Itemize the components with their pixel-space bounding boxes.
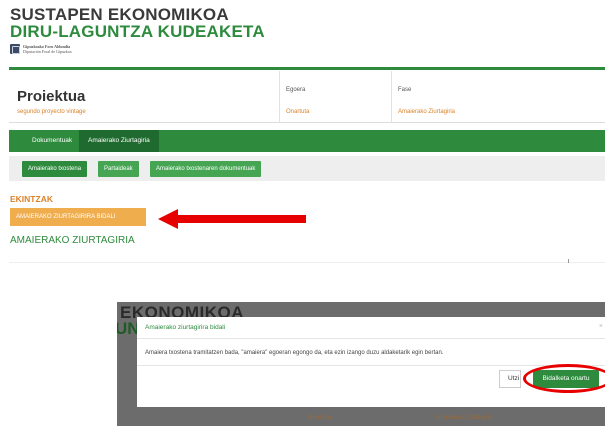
bg-status-value: Onartuta [308, 415, 332, 421]
highlight-circle [523, 364, 605, 393]
modal-screenshot: EKONOMIKOA UNT Onartuta Amaierako Ziurta… [117, 302, 605, 426]
project-column: Proiektua segundo proyecto vintage [9, 71, 279, 123]
app-title-line1: SUSTAPEN EKONOMIKOA [10, 5, 229, 24]
status-label: Egoera [286, 87, 306, 93]
project-name: segundo proyecto vintage [17, 109, 86, 115]
org-logo: Gipuzkoako Foru Aldundia Diputación Fora… [10, 44, 265, 54]
cancel-button[interactable]: Utzi [499, 370, 521, 388]
tab-dokumentuak[interactable]: Dokumentuak [23, 130, 81, 152]
subtab-txosten-dokumentuak[interactable]: Amaierako txostenaren dokumentuak [150, 161, 262, 177]
project-info-panel: Proiektua segundo proyecto vintage Egoer… [9, 71, 605, 123]
sub-tabs: Amaierako txostena Partaideak Amaierako … [9, 156, 605, 181]
project-label: Proiektua [17, 88, 86, 105]
dialog-title: Amaierako ziurtagirira bidali [145, 324, 226, 331]
bg-phase-value: Amaierako Ziurtagiria [435, 415, 493, 421]
phase-label: Fase [398, 87, 412, 93]
send-final-certificate-button[interactable]: AMAIERAKO ZIURTAGIRIRA BIDALI [10, 208, 146, 226]
section-title: AMAIERAKO ZIURTAGIRIA [10, 235, 135, 246]
dialog-footer-divider [137, 365, 605, 366]
main-tabs: Dokumentuak Amaierako Ziurtagiria [9, 130, 605, 152]
tab-amaierako-ziurtagiria[interactable]: Amaierako Ziurtagiria [79, 130, 159, 152]
status-value: Onartuta [286, 109, 310, 115]
subtab-amaierako-txostena[interactable]: Amaierako txostena [22, 161, 88, 177]
gipuzkoa-shield-icon [10, 44, 20, 54]
red-arrow-left-icon [158, 209, 306, 229]
phase-column: Fase Amaierako Ziurtagiria [391, 71, 605, 123]
app-title-line2: DIRU-LAGUNTZA KUDEAKETA [10, 22, 265, 41]
section-divider [9, 262, 605, 263]
scroll-marker [568, 259, 569, 263]
close-icon[interactable]: × [599, 323, 603, 330]
dialog-header: Amaierako ziurtagirira bidali × [137, 317, 605, 339]
org-name-es: Diputación Foral de Gipuzkoa [23, 49, 72, 54]
subtab-partaideak[interactable]: Partaideak [98, 161, 139, 177]
page: SUSTAPEN EKONOMIKOA DIRU-LAGUNTZA KUDEAK… [0, 0, 605, 426]
confirm-dialog: Amaierako ziurtagirira bidali × Amaiera … [137, 317, 605, 407]
header-divider [9, 67, 605, 70]
app-header: SUSTAPEN EKONOMIKOA DIRU-LAGUNTZA KUDEAK… [10, 6, 265, 54]
org-logo-text: Gipuzkoako Foru Aldundia Diputación Fora… [23, 44, 72, 54]
actions-heading: EKINTZAK [10, 194, 53, 204]
phase-value: Amaierako Ziurtagiria [398, 109, 456, 115]
dialog-message: Amaiera txostena tramitatzen bada, "amai… [145, 350, 444, 356]
status-column: Egoera Onartuta [279, 71, 391, 123]
